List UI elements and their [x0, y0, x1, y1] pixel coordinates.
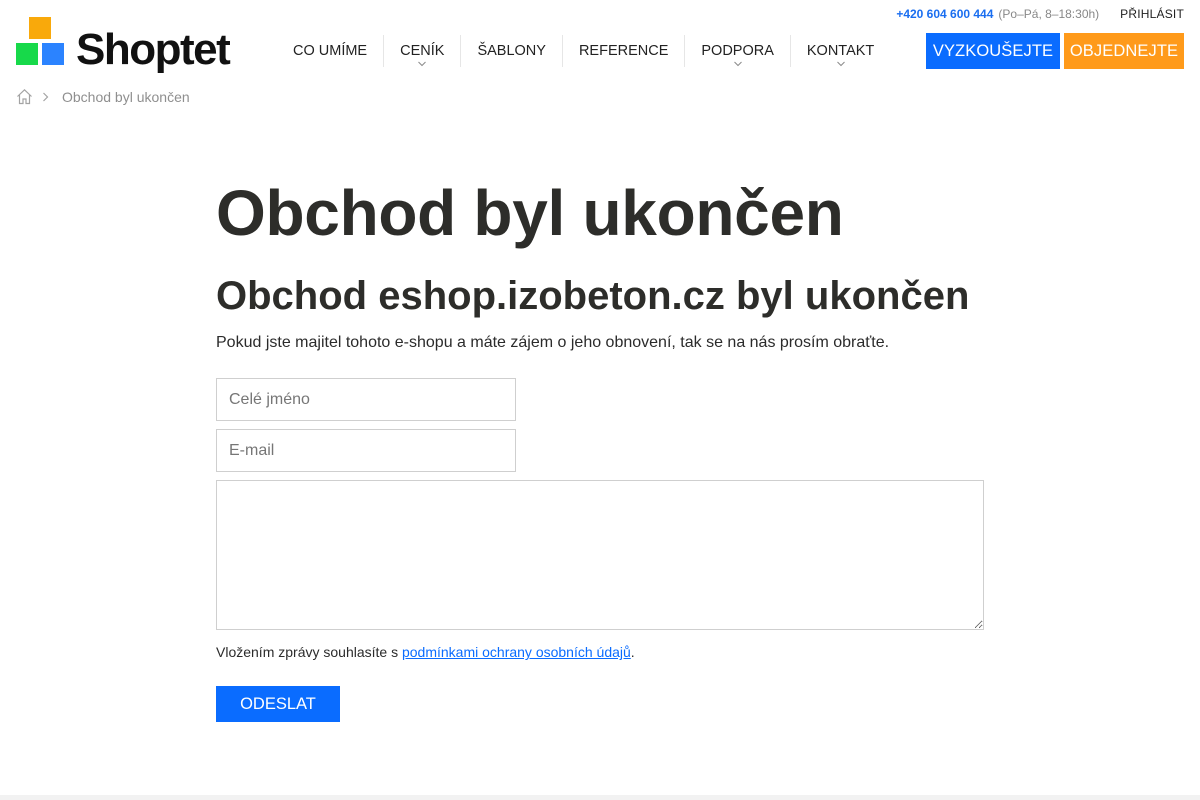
nav-item-label: CENÍK [400, 43, 445, 59]
lead-text: Pokud jste majitel tohoto e-shopu a máte… [216, 334, 890, 352]
nav-item-label: ŠABLONY [477, 43, 546, 59]
logo-mark-icon [16, 17, 64, 65]
chevron-down-icon [836, 61, 845, 67]
nav-item-podpora[interactable]: PODPORA [685, 35, 791, 67]
footer-divider [0, 795, 1200, 800]
logo-text: Shoptet [76, 25, 231, 74]
breadcrumb-current: Obchod byl ukončen [62, 88, 190, 105]
top-utility-bar: +420 604 600 444 (Po–Pá, 8–18:30h) PŘIHL… [896, 7, 1184, 21]
breadcrumb: Obchod byl ukončen [16, 88, 190, 105]
logo-square-green [16, 43, 38, 65]
consent-text: Vložením zprávy souhlasíte s podmínkami … [216, 644, 984, 660]
chevron-down-icon [418, 61, 427, 67]
main-nav: CO UMÍME CENÍK ŠABLONY REFERENCE PODPORA… [277, 35, 890, 67]
logo-square-blue [42, 43, 64, 65]
nav-item-cenik[interactable]: CENÍK [384, 35, 462, 67]
nav-item-kontakt[interactable]: KONTAKT [791, 35, 890, 67]
contact-form: Vložením zprávy souhlasíte s podmínkami … [216, 378, 984, 723]
full-name-input[interactable] [216, 378, 516, 422]
order-button[interactable]: OBJEDNEJTE [1064, 33, 1184, 69]
breadcrumb-home-link[interactable] [16, 88, 33, 105]
nav-item-label: KONTAKT [806, 43, 875, 59]
logo-square-orange [29, 17, 51, 39]
try-button[interactable]: VYZKOUŠEJTE [926, 33, 1060, 69]
submit-button[interactable]: ODESLAT [216, 686, 340, 723]
privacy-policy-link[interactable]: podmínkami ochrany osobních údajů [402, 644, 631, 660]
nav-item-reference[interactable]: REFERENCE [563, 35, 686, 67]
shoptet-logo[interactable]: Shoptet [16, 17, 231, 72]
support-hours: (Po–Pá, 8–18:30h) [998, 7, 1100, 21]
message-textarea[interactable] [216, 480, 984, 631]
page-subtitle: Obchod eshop.izobeton.cz byl ukončen [216, 274, 970, 319]
chevron-down-icon [733, 61, 742, 67]
nav-item-label: CO UMÍME [293, 43, 368, 59]
home-icon [17, 88, 32, 105]
phone-link[interactable]: +420 604 600 444 [896, 7, 993, 21]
nav-item-label: REFERENCE [578, 43, 669, 59]
page-title: Obchod byl ukončen [216, 177, 844, 249]
consent-suffix: . [630, 644, 635, 661]
login-link[interactable]: PŘIHLÁSIT [1120, 7, 1184, 21]
nav-item-sablony[interactable]: ŠABLONY [461, 35, 563, 67]
chevron-right-icon [43, 92, 49, 101]
consent-prefix: Vložením zprávy souhlasíte s [216, 644, 402, 661]
email-input[interactable] [216, 429, 516, 473]
main-content: Obchod byl ukončen Obchod eshop.izobeton… [216, 177, 984, 723]
nav-item-co-umime[interactable]: CO UMÍME [277, 35, 385, 67]
nav-item-label: PODPORA [701, 43, 774, 59]
